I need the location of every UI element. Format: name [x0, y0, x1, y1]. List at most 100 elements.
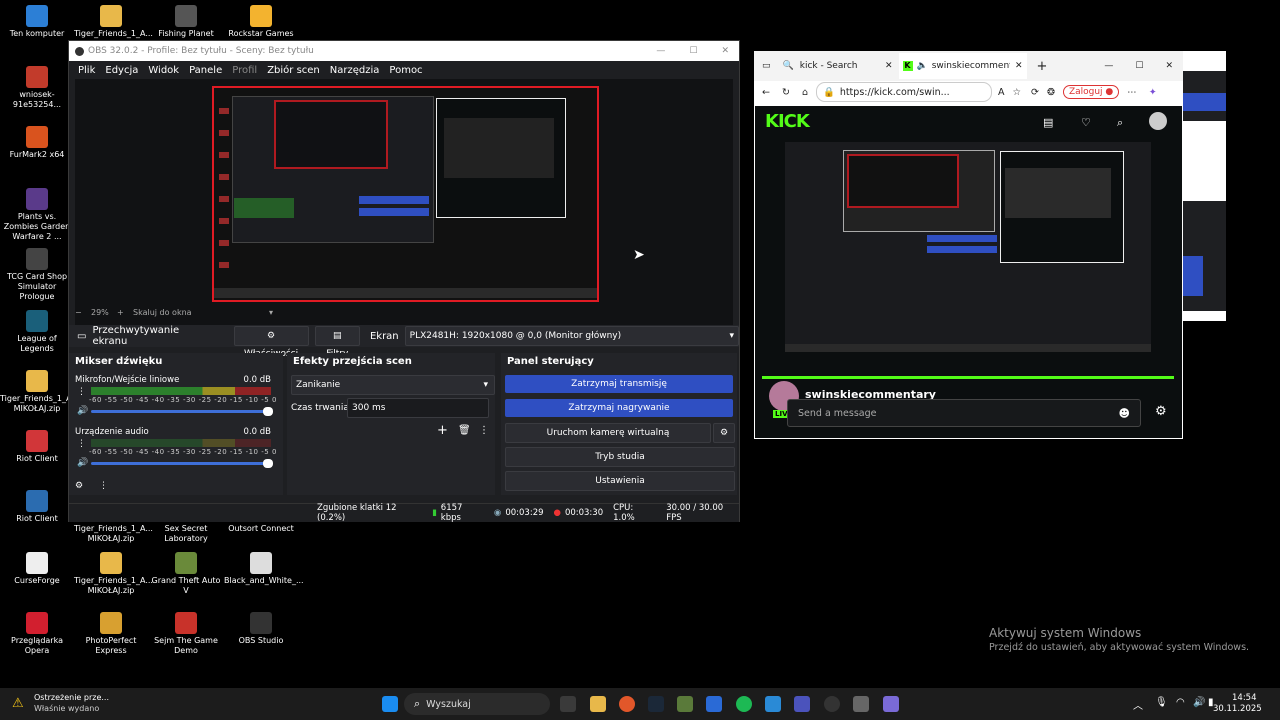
clock-time[interactable]: 14:54 [1232, 693, 1257, 703]
user-avatar[interactable] [1149, 112, 1167, 130]
back-icon[interactable]: ← [762, 87, 770, 98]
maximize-icon[interactable]: ☐ [1135, 61, 1143, 71]
desktop-icon[interactable]: FurMark2 x64 [0, 126, 74, 160]
tab-kick[interactable]: K 🔈 swinskiecommentar ✕ [898, 53, 1027, 79]
menu-edit[interactable]: Edycja [105, 65, 138, 76]
virtual-camera-button[interactable]: Uruchom kamerę wirtualną [505, 423, 711, 443]
microphone-icon[interactable]: 🎙 [1155, 697, 1168, 708]
desktop-icon[interactable]: OBS Studio [224, 612, 298, 646]
filters-button[interactable]: ▤ Filtry [314, 326, 360, 359]
video-player[interactable] [785, 142, 1151, 352]
collections-icon[interactable]: ❂ [1047, 87, 1055, 98]
desktop-icon[interactable]: Riot Client [0, 430, 74, 464]
transition-select[interactable]: Zanikanie ▾ [291, 375, 495, 395]
studio-mode-button[interactable]: Tryb studia [505, 447, 735, 467]
minimize-icon[interactable]: — [1104, 61, 1113, 71]
new-tab-button[interactable]: + [1037, 59, 1048, 74]
mixer-settings-icon[interactable]: ⚙ [75, 481, 83, 491]
desktop-icon[interactable]: CurseForge [0, 552, 74, 586]
outlook-icon[interactable] [706, 696, 722, 712]
firefox-icon[interactable] [619, 696, 635, 712]
discord-icon[interactable] [883, 696, 899, 712]
taskbar-search[interactable]: ⌕ Wyszukaj [404, 693, 550, 715]
properties-button[interactable]: ⚙ Właściwości [233, 326, 309, 359]
wifi-icon[interactable]: ◠ [1176, 697, 1185, 708]
steam-icon[interactable] [648, 696, 664, 712]
settings-button[interactable]: Ustawienia [505, 471, 735, 491]
desktop-icon[interactable]: Riot Client [0, 490, 74, 524]
delete-transition-icon[interactable]: 🗑 [458, 425, 471, 436]
desktop-icon[interactable]: Rockstar Games [224, 5, 298, 39]
copilot-icon[interactable]: ✦ [1149, 87, 1157, 98]
spotify-icon[interactable] [736, 696, 752, 712]
screen-select[interactable]: PLX2481H: 1920x1080 @ 0,0 (Monitor główn… [404, 326, 740, 346]
maximize-icon[interactable]: ☐ [689, 46, 697, 56]
menu-view[interactable]: Widok [148, 65, 179, 76]
menu-file[interactable]: Plik [78, 65, 95, 76]
start-icon[interactable] [382, 696, 398, 712]
menu-help[interactable]: Pomoc [389, 65, 422, 76]
following-icon[interactable]: ♡ [1081, 116, 1091, 129]
menu-profile[interactable]: Profil [232, 65, 257, 76]
tab-search[interactable]: 🔍 kick - Search ✕ [783, 61, 893, 71]
read-aloud-icon[interactable]: A [998, 87, 1005, 98]
duration-field[interactable]: 300 ms [347, 398, 489, 418]
browse-icon[interactable]: ▤ [1043, 116, 1053, 129]
home-icon[interactable]: ⌂ [802, 87, 808, 98]
teams-icon[interactable] [794, 696, 810, 712]
obs-titlebar[interactable]: OBS 32.0.2 - Profile: Bez tytułu - Sceny… [69, 41, 739, 61]
minimize-icon[interactable]: — [656, 46, 665, 56]
favorite-icon[interactable]: ☆ [1012, 87, 1021, 98]
clock-date[interactable]: 30.11.2025 [1213, 704, 1262, 714]
settings-icon[interactable] [853, 696, 869, 712]
mixer-menu-icon[interactable]: ⋮ [99, 481, 108, 491]
extensions-icon[interactable]: ⟳ [1031, 87, 1039, 98]
menu-docks[interactable]: Panele [189, 65, 222, 76]
add-transition-icon[interactable]: + [437, 423, 448, 438]
desktop-icon[interactable]: League of Legends [0, 310, 74, 354]
desktop-icon[interactable]: Przeglądarka Opera [0, 612, 74, 656]
desktop-icon[interactable]: Tiger_Friends_1_A... [74, 5, 153, 39]
obs-taskbar-icon[interactable] [824, 696, 840, 712]
desktop-icon[interactable]: Grand Theft Auto V [149, 552, 223, 596]
desktop-icon[interactable]: wniosek-91e53254... [0, 66, 74, 110]
desktop-icon[interactable]: TCG Card Shop Simulator Prologue [0, 248, 74, 302]
search-icon[interactable]: ⌕ [1117, 116, 1123, 130]
login-button[interactable]: Zaloguj ● [1062, 85, 1120, 99]
scale-select[interactable]: Skaluj do okna ▾ [133, 308, 273, 317]
menu-scene-collection[interactable]: Zbiór scen [267, 65, 320, 76]
file-explorer-icon[interactable] [590, 696, 606, 712]
close-icon[interactable]: ✕ [1165, 61, 1173, 71]
desktop-icon[interactable]: Sejm The Game Demo [149, 612, 223, 656]
kick-logo[interactable]: KICK [765, 111, 810, 132]
desktop-icon[interactable]: Plants vs. Zombies Garden Warfare 2 ... [0, 188, 74, 242]
obs-preview[interactable]: ➤ [75, 79, 733, 345]
volume-slider[interactable] [91, 459, 273, 468]
desktop-icon[interactable]: Tiger_Friends_1_A... MIKOŁAJ.zip [74, 552, 153, 596]
desktop-icon[interactable]: PhotoPerfect Express [74, 612, 148, 656]
volume-slider[interactable] [91, 407, 273, 416]
desktop-icon[interactable]: Black_and_White_... [224, 552, 304, 586]
chat-settings-icon[interactable]: ⚙ [1155, 404, 1167, 419]
desktop-icon[interactable]: Tiger_Friends_1_A... MIKOŁAJ.zip [0, 370, 79, 414]
more-menu-icon[interactable]: ⋯ [1127, 87, 1137, 98]
virtual-camera-settings-icon[interactable]: ⚙ [713, 423, 735, 443]
volume-icon[interactable]: 🔊 [1193, 697, 1205, 708]
speaker-icon[interactable]: 🔊 [77, 406, 88, 416]
notification-widget[interactable]: ⚠ Ostrzeżenie prze... Właśnie wydano [10, 693, 140, 715]
preview-capture[interactable] [212, 86, 599, 302]
address-bar[interactable]: 🔒 https://kick.com/swin... [815, 82, 992, 102]
task-view-icon[interactable] [560, 696, 576, 712]
minecraft-icon[interactable] [677, 696, 693, 712]
chat-input[interactable]: Send a message ☻ [787, 399, 1141, 427]
zoom-in-button[interactable]: + [117, 308, 124, 317]
channel-menu-icon[interactable]: ⋮ [77, 439, 86, 449]
desktop-icon[interactable]: Fishing Planet [149, 5, 223, 39]
zoom-out-button[interactable]: − [75, 308, 82, 317]
transition-menu-icon[interactable]: ⋮ [479, 425, 489, 436]
edge-icon[interactable] [765, 696, 781, 712]
slider-handle[interactable] [263, 459, 273, 468]
channel-menu-icon[interactable]: ⋮ [77, 387, 86, 397]
tray-chevron-icon[interactable]: ︿ [1133, 697, 1143, 712]
refresh-icon[interactable]: ↻ [782, 87, 790, 98]
